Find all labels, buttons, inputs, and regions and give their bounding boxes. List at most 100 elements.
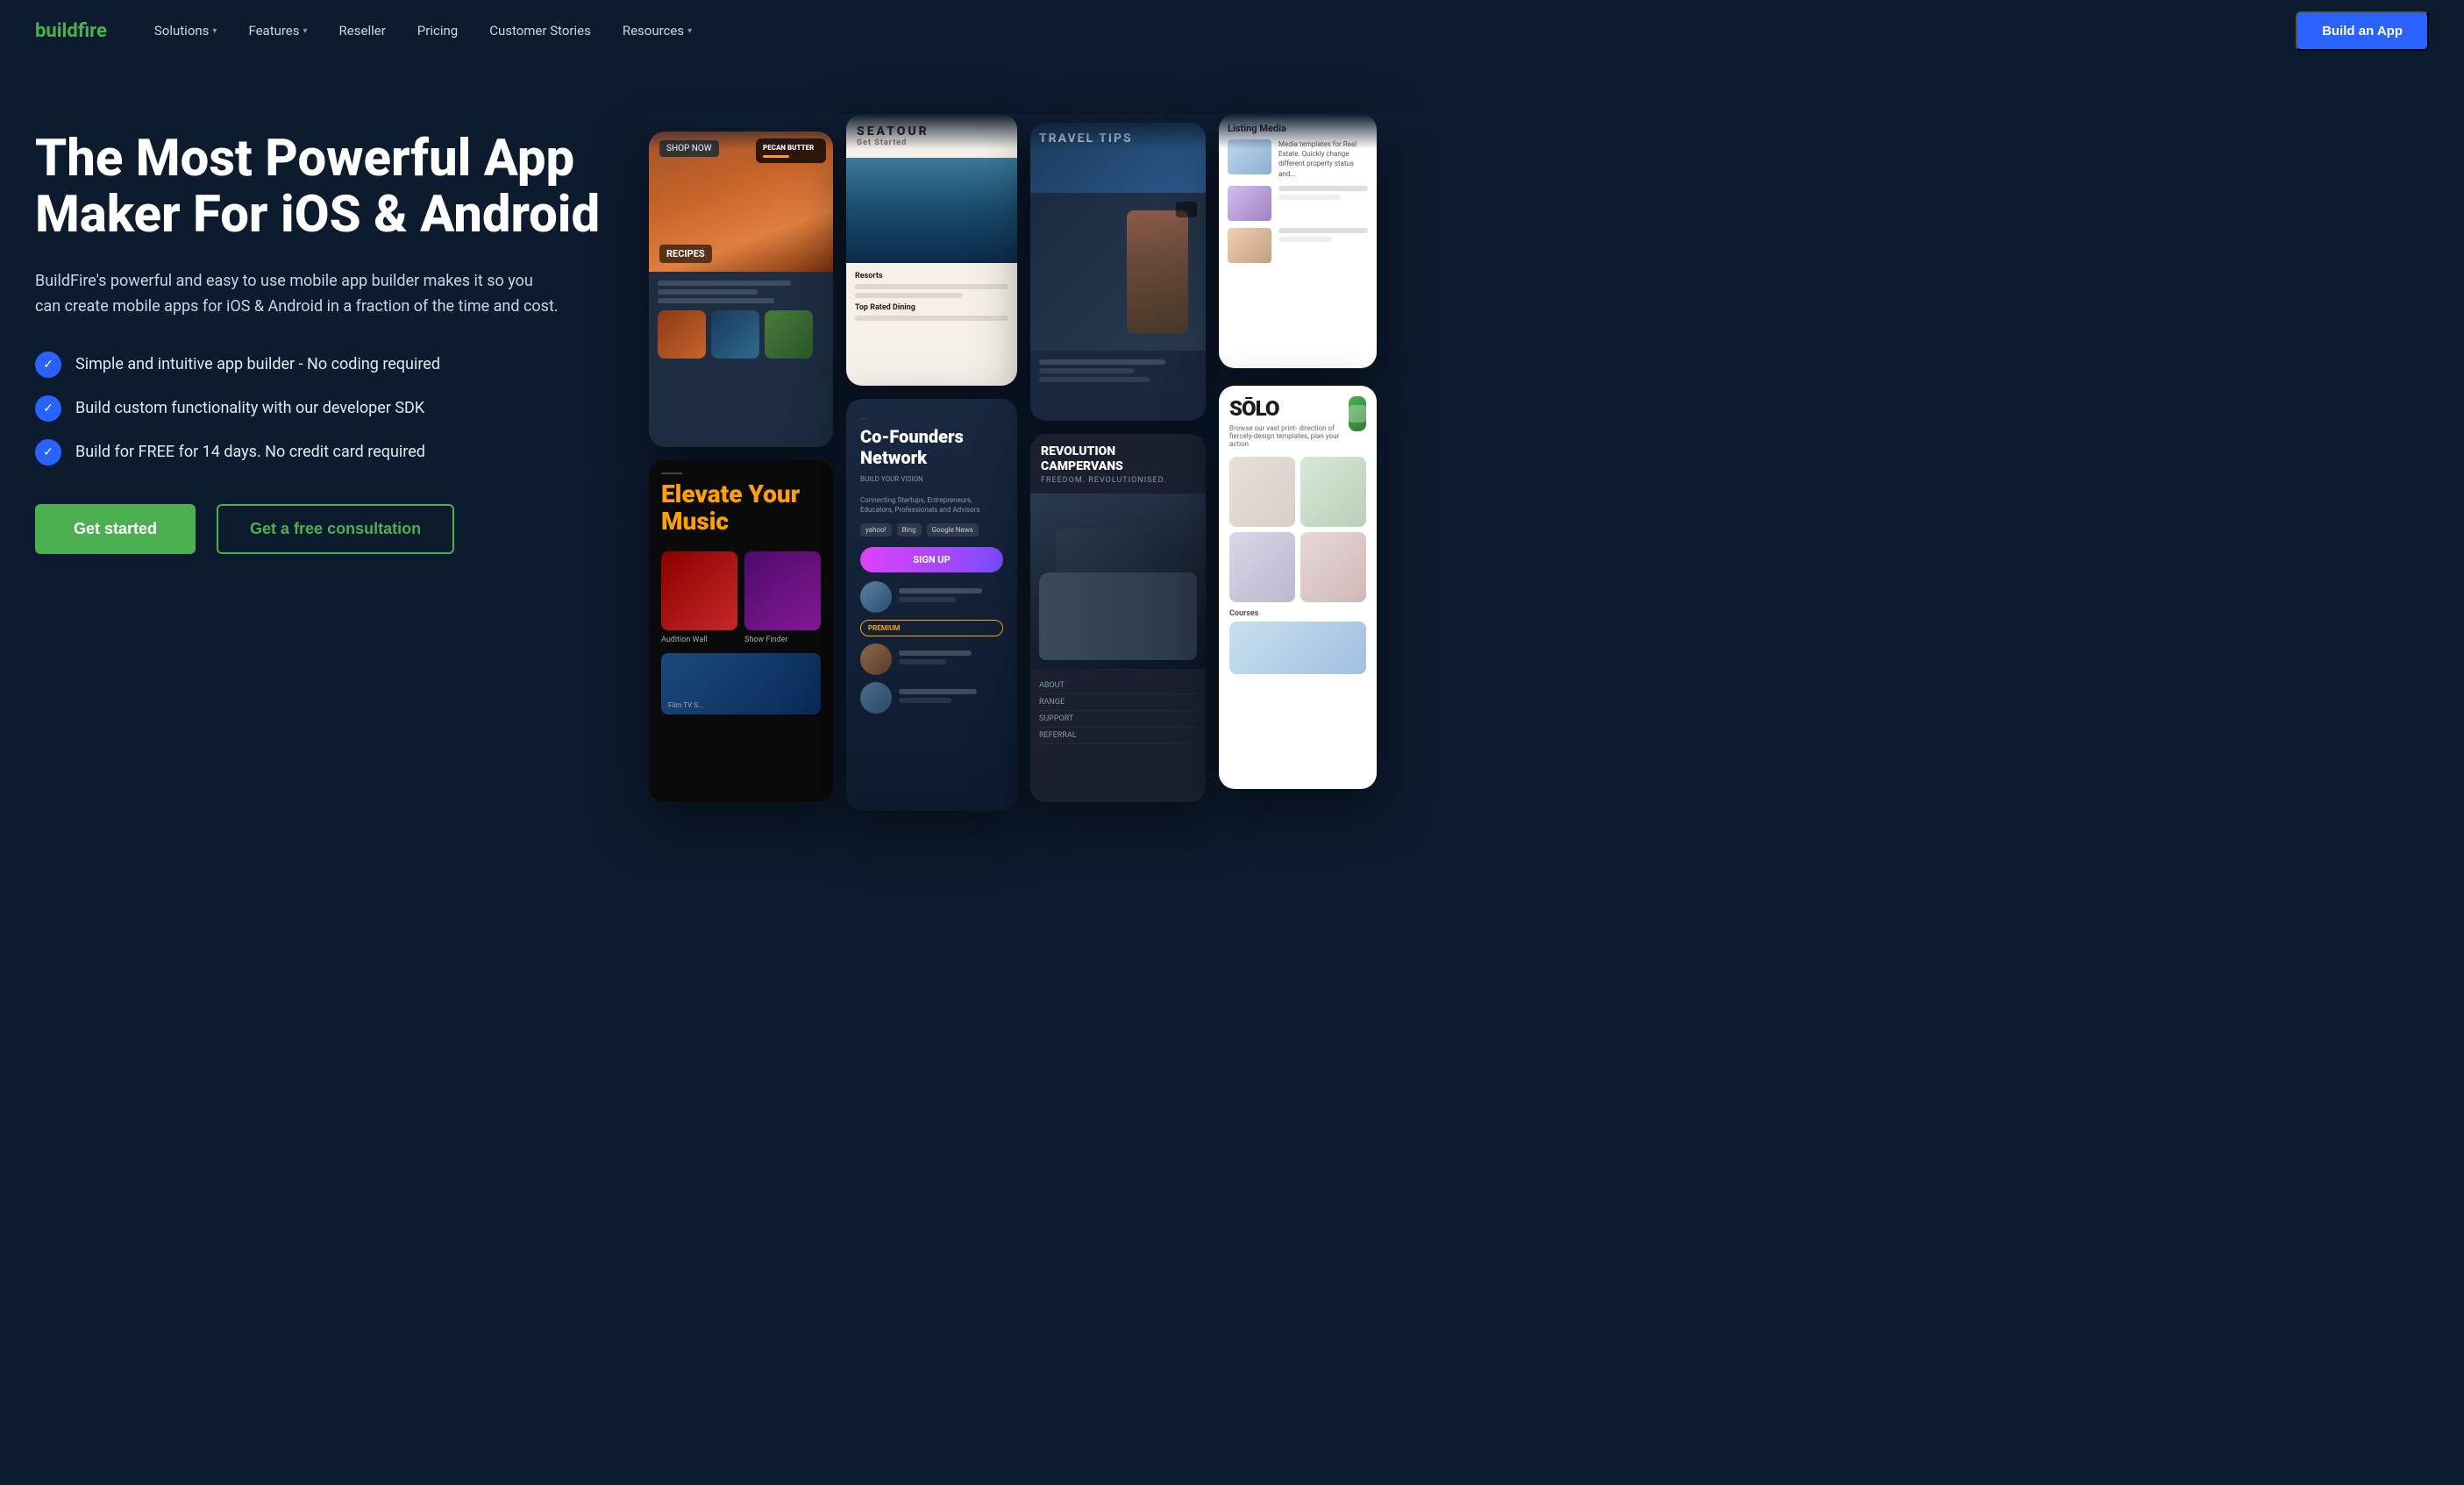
get-started-button[interactable]: Get started bbox=[35, 504, 196, 554]
film-thumb: Film TV S... bbox=[661, 653, 821, 714]
food-body bbox=[649, 272, 833, 447]
courses-label: Courses bbox=[1229, 609, 1366, 618]
van-header: REVOLUTION CAMPERVANS FREEDOM. REVOLUTIO… bbox=[1030, 434, 1206, 494]
nav-pricing[interactable]: Pricing bbox=[405, 16, 470, 46]
audition-wall-label: Audition Wall bbox=[661, 636, 737, 644]
van-range: RANGE bbox=[1039, 694, 1197, 711]
tour-header: SEATOUR Get Started bbox=[846, 114, 1017, 158]
tour-bar-2 bbox=[855, 293, 963, 298]
food-bar-1 bbox=[658, 281, 791, 286]
solo-icon-inner bbox=[1349, 405, 1366, 423]
nav-reseller[interactable]: Reseller bbox=[327, 16, 398, 46]
nav-features[interactable]: Features ▾ bbox=[236, 16, 319, 46]
travel-title: TRAVEL TIPS bbox=[1039, 131, 1197, 146]
hero-bullets-list: ✓ Simple and intuitive app builder - No … bbox=[35, 352, 631, 465]
tour-app-screen: SEATOUR Get Started Resorts Top Rated Di… bbox=[846, 114, 1017, 386]
travel-header: TRAVEL TIPS bbox=[1030, 123, 1206, 193]
campervan-app-card: REVOLUTION CAMPERVANS FREEDOM. REVOLUTIO… bbox=[1030, 434, 1206, 802]
solo-grid-1 bbox=[1229, 457, 1295, 527]
travel-app-card: TRAVEL TIPS bbox=[1030, 123, 1206, 421]
premium-badge: PREMIUM bbox=[860, 620, 1003, 636]
profile-bar-2a bbox=[899, 650, 972, 656]
yahoo-logo: yahoo! bbox=[860, 523, 892, 536]
solo-grid-3 bbox=[1229, 532, 1295, 602]
build-app-button[interactable]: Build an App bbox=[2296, 11, 2429, 51]
travel-bar-3 bbox=[1039, 377, 1150, 382]
cofounders-top-label: ... bbox=[860, 413, 1003, 421]
signup-button[interactable]: SIGN UP bbox=[860, 547, 1003, 572]
profile-bar-3a bbox=[899, 689, 977, 694]
profile-bar-1a bbox=[899, 588, 982, 593]
music-thumb-red bbox=[661, 551, 737, 630]
van-support: SUPPORT bbox=[1039, 711, 1197, 728]
listing-app-card: Listing Media Media templates for Real E… bbox=[1219, 114, 1377, 368]
lb-2 bbox=[1278, 195, 1341, 200]
solo-grid-2 bbox=[1300, 457, 1366, 527]
travel-body bbox=[1030, 351, 1206, 394]
music-header-row bbox=[661, 472, 821, 474]
listing-item-2-text bbox=[1278, 186, 1368, 221]
music-app-screen: Elevate Your Music Audition Wall Show Fi… bbox=[649, 460, 833, 802]
music-item-2: Show Finder bbox=[744, 551, 821, 644]
van-title: REVOLUTION CAMPERVANS bbox=[1041, 444, 1195, 474]
chevron-down-icon: ▾ bbox=[303, 26, 308, 36]
listing-title: Listing Media bbox=[1228, 123, 1368, 134]
hero-buttons: Get started Get a free consultation bbox=[35, 504, 631, 554]
profile-info-1 bbox=[899, 588, 1003, 606]
product-name: PECAN BUTTER bbox=[763, 144, 819, 153]
product-overlay: PECAN BUTTER bbox=[756, 139, 826, 163]
bullet-2: ✓ Build custom functionality with our de… bbox=[35, 395, 631, 422]
travel-bar-2 bbox=[1039, 368, 1134, 373]
lc-1 bbox=[1278, 228, 1368, 233]
hero-content: The Most Powerful App Maker For iOS & An… bbox=[35, 114, 631, 554]
listing-screen: Listing Media Media templates for Real E… bbox=[1219, 114, 1377, 368]
tour-app-card: SEATOUR Get Started Resorts Top Rated Di… bbox=[846, 114, 1017, 386]
tour-brand: SEATOUR bbox=[857, 124, 1007, 139]
courses-banner bbox=[1229, 622, 1366, 674]
travel-screen: TRAVEL TIPS bbox=[1030, 123, 1206, 421]
music-thumbnails: Audition Wall Show Finder bbox=[661, 551, 821, 644]
food-thumbnails bbox=[658, 310, 824, 359]
profile-bar-2b bbox=[899, 659, 946, 664]
cofounders-title: Co-Founders Network bbox=[860, 426, 1003, 468]
bullet-1: ✓ Simple and intuitive app builder - No … bbox=[35, 352, 631, 378]
google-news-logo: Google News bbox=[927, 523, 979, 536]
recipes-label: RECIPES bbox=[659, 245, 712, 263]
cofounders-screen: ... Co-Founders Network BUILD YOUR VISIO… bbox=[846, 399, 1017, 811]
solo-courses: Courses bbox=[1229, 609, 1366, 674]
hero-subtitle: BuildFire's powerful and easy to use mob… bbox=[35, 268, 561, 320]
music-app-card: Elevate Your Music Audition Wall Show Fi… bbox=[649, 460, 833, 802]
profile-row-3 bbox=[860, 682, 1003, 714]
bing-logo: Bing bbox=[897, 523, 922, 536]
travel-bar-1 bbox=[1039, 359, 1165, 365]
food-app-card: SHOP NOW PECAN BUTTER RECIPES bbox=[649, 131, 833, 447]
nav-resources[interactable]: Resources ▾ bbox=[610, 16, 704, 46]
chevron-down-icon: ▾ bbox=[687, 26, 692, 36]
logo[interactable]: buildfire bbox=[35, 20, 107, 42]
partner-logos: yahoo! Bing Google News bbox=[860, 523, 1003, 536]
consultation-button[interactable]: Get a free consultation bbox=[217, 504, 454, 554]
check-icon-2: ✓ bbox=[35, 395, 61, 422]
music-film-section: Film TV S... bbox=[661, 653, 821, 714]
lc-2 bbox=[1278, 237, 1332, 242]
hero-section: The Most Powerful App Maker For iOS & An… bbox=[0, 61, 2464, 1485]
menu-icon bbox=[661, 472, 682, 474]
tour-cta: Get Started bbox=[857, 139, 1007, 147]
navbar: buildfire Solutions ▾ Features ▾ Reselle… bbox=[0, 0, 2464, 61]
logo-fire: fire bbox=[78, 20, 107, 42]
cofounders-subtitle: BUILD YOUR VISION bbox=[860, 475, 1003, 483]
avatar-1 bbox=[860, 581, 892, 613]
profile-info-3 bbox=[899, 689, 1003, 707]
van-about: ABOUT bbox=[1039, 678, 1197, 694]
nav-customer-stories[interactable]: Customer Stories bbox=[477, 16, 603, 46]
dining-label: Top Rated Dining bbox=[855, 303, 1008, 312]
food-header: SHOP NOW PECAN BUTTER RECIPES bbox=[649, 131, 833, 272]
tour-bar-1 bbox=[855, 284, 1008, 289]
van-menu: ABOUT RANGE SUPPORT REFERRAL bbox=[1030, 669, 1206, 753]
profile-bar-3b bbox=[899, 698, 951, 703]
shop-now-label: SHOP NOW bbox=[659, 140, 719, 157]
nav-solutions[interactable]: Solutions ▾ bbox=[142, 16, 230, 46]
profile-bar-1b bbox=[899, 597, 956, 602]
show-finder-label: Show Finder bbox=[744, 636, 821, 644]
check-icon-3: ✓ bbox=[35, 439, 61, 465]
